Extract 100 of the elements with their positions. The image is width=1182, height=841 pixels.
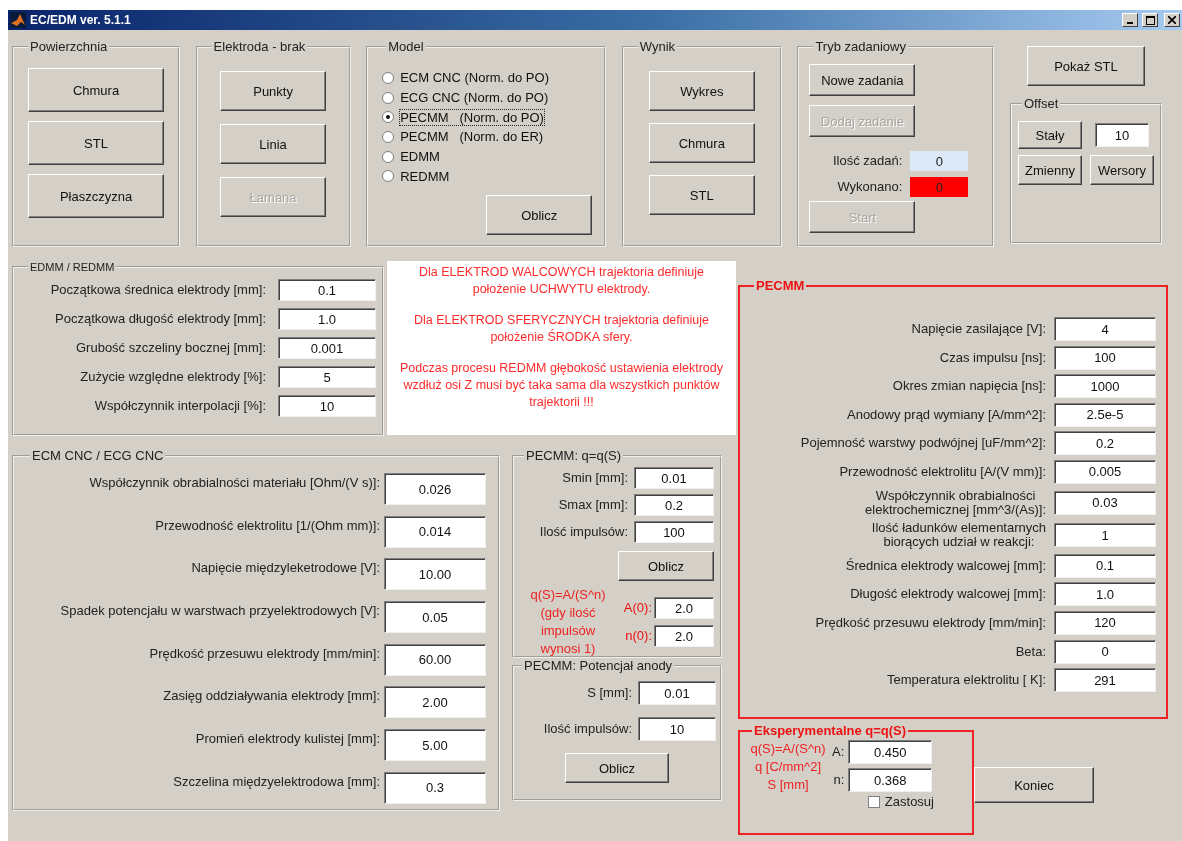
input-field[interactable]: 2.00	[384, 686, 486, 719]
field-label: Zasięg oddziaływania elektrody [mm]:	[163, 687, 380, 704]
field-label: Szczelina międzyelektrodowa [mm]:	[173, 772, 380, 789]
window-title: EC/EDM ver. 5.1.1	[30, 13, 132, 27]
input-field[interactable]: 0.1	[278, 279, 376, 301]
input-field[interactable]: 1.0	[1054, 582, 1156, 607]
input-field[interactable]: 5	[278, 366, 376, 388]
minimize-button[interactable]	[1122, 13, 1138, 27]
push-button[interactable]: Chmura	[28, 68, 164, 112]
radio-option[interactable]: PECMM (Norm. do ER)	[382, 127, 593, 147]
push-button[interactable]: Stały	[1017, 121, 1082, 149]
push-button[interactable]: Koniec	[974, 767, 1094, 803]
input-field[interactable]: 10	[638, 717, 716, 741]
field-label: S [mm]:	[587, 686, 632, 700]
input-field[interactable]: 0.01	[638, 681, 716, 705]
input-field[interactable]: 0.05	[384, 601, 486, 634]
input-field[interactable]: 1000	[1054, 374, 1156, 399]
input-field[interactable]: 2.0	[654, 625, 714, 647]
input-field[interactable]: 0	[1054, 639, 1156, 664]
input-field[interactable]: 1.0	[278, 308, 376, 330]
input-field[interactable]: 4	[1054, 317, 1156, 341]
push-button[interactable]: Oblicz	[618, 551, 714, 581]
field-label: Smax [mm]:	[558, 498, 628, 512]
push-button[interactable]: Wersory	[1089, 155, 1154, 185]
panel-title: EDMM / REDMM	[29, 261, 116, 273]
field-label: Grubość szczeliny bocznej [mm]:	[76, 341, 266, 355]
input-field[interactable]: 2.5e-5	[1054, 402, 1156, 427]
field-label: Współczynnik interpolacji [%]:	[94, 399, 266, 413]
panel-title: Powierzchnia	[29, 39, 109, 54]
panel-title: Elektroda - brak	[212, 39, 307, 54]
input-field[interactable]: 0.001	[278, 337, 376, 359]
field-label: n:	[833, 773, 845, 787]
input-field[interactable]: 2.0	[654, 597, 714, 619]
input-field[interactable]: 100	[1054, 345, 1156, 370]
field-label: A:	[832, 745, 845, 759]
input-field[interactable]: 120	[1054, 610, 1156, 635]
panel-title: PECMM: q=q(S)	[525, 448, 622, 463]
input-field[interactable]: 10.00	[384, 558, 486, 591]
push-button[interactable]: STL	[648, 175, 755, 215]
notice-text: Dla ELEKTROD WALCOWYCH trajektoria definiuje położenie UCHWYTU elektrody.	[417, 264, 705, 298]
field-label: Temperatura elektrolitu [ K]:	[887, 673, 1046, 688]
field-label: Ilość ładunków elementarnych biorących udział w reakcji:	[871, 521, 1046, 550]
field-label: Wykonano:	[837, 180, 903, 194]
formula-text: q(S)=A/(S^n) (gdy ilość impulsów wynosi 1)	[529, 586, 607, 658]
field-label: Okres zmian napięcia [ns]:	[892, 379, 1046, 394]
field-label: Pojemność warstwy podwójnej [uF/mm^2]:	[800, 436, 1046, 451]
push-button[interactable]: Wykres	[648, 71, 755, 111]
push-button[interactable]: Oblicz	[565, 753, 669, 783]
panel-title: PECMM: Potencjał anody	[523, 658, 674, 673]
input-field[interactable]: 10	[1094, 123, 1149, 147]
push-button[interactable]: Nowe zadania	[809, 64, 916, 96]
push-button[interactable]: STL	[28, 121, 164, 165]
field-label: Beta:	[1015, 644, 1046, 659]
field-label: Średnica elektrody walcowej [mm]:	[845, 558, 1046, 573]
input-field[interactable]: 0.026	[384, 473, 486, 505]
panel-title: Offset	[1022, 96, 1060, 111]
radio-option[interactable]: PECMM (Norm. do PO)	[382, 107, 593, 127]
field-label: Ilość impulsów:	[543, 722, 632, 736]
input-field[interactable]: 291	[1054, 668, 1156, 693]
push-button[interactable]: Zmienny	[1017, 155, 1082, 185]
radio-option[interactable]: REDMM	[382, 166, 593, 187]
push-button[interactable]: Płaszczyzna	[28, 174, 164, 218]
maximize-button[interactable]	[1142, 13, 1158, 27]
field-label: Ilość zadań:	[833, 154, 903, 168]
input-field[interactable]: 0.3	[384, 771, 486, 804]
input-field[interactable]: 0.03	[1054, 490, 1156, 515]
panel-title: Eksperymentalne q=q(S)	[753, 723, 908, 738]
push-button[interactable]: Punkty	[220, 71, 327, 111]
input-field[interactable]: 0.2	[634, 494, 714, 516]
radio-option[interactable]: ECG CNC (Norm. do PO)	[382, 87, 593, 108]
counter-display: 0	[910, 177, 969, 197]
input-field[interactable]: 10	[278, 395, 376, 417]
input-field[interactable]: 0.450	[848, 740, 933, 764]
radio-option[interactable]: ECM CNC (Norm. do PO)	[382, 68, 593, 88]
radio-option[interactable]: EDMM	[382, 146, 593, 167]
input-field[interactable]: 0.014	[384, 515, 486, 548]
counter-display: 0	[910, 151, 969, 171]
input-field[interactable]: 0.368	[848, 768, 933, 792]
input-field[interactable]: 0.005	[1054, 459, 1156, 484]
formula-text: q(S)=A/(S^n) q [C/mm^2] S [mm]	[749, 740, 827, 794]
input-field[interactable]: 0.2	[1054, 431, 1156, 456]
push-button[interactable]: Oblicz	[486, 195, 593, 236]
input-field[interactable]: 0.1	[1054, 553, 1156, 578]
field-label: Długość elektrody walcowej [mm]:	[850, 587, 1046, 602]
input-field[interactable]: 60.00	[384, 643, 486, 676]
push-button[interactable]: Pokaż STL	[1026, 46, 1145, 86]
checkbox[interactable]: Zastosuj	[867, 794, 934, 809]
field-label: n(0):	[625, 629, 652, 643]
app-logo-icon	[10, 12, 26, 28]
input-field[interactable]: 5.00	[384, 729, 486, 762]
field-label: Przewodność elektrolitu [1/(Ohm mm)]:	[155, 516, 380, 533]
field-label: Zużycie względne elektrody [%]:	[80, 370, 266, 384]
input-field[interactable]: 100	[634, 521, 714, 543]
input-field[interactable]: 1	[1054, 523, 1156, 548]
close-button[interactable]	[1164, 13, 1180, 27]
field-label: Współczynnik obrabialności elektrochemicznej [mm^3/(As)]:	[865, 488, 1046, 517]
input-field[interactable]: 0.01	[634, 467, 714, 489]
push-button[interactable]: Chmura	[648, 123, 755, 163]
field-label: Współczynnik obrabialności materiału [Ohm/(V s)]:	[89, 474, 380, 490]
push-button[interactable]: Linia	[220, 124, 327, 164]
